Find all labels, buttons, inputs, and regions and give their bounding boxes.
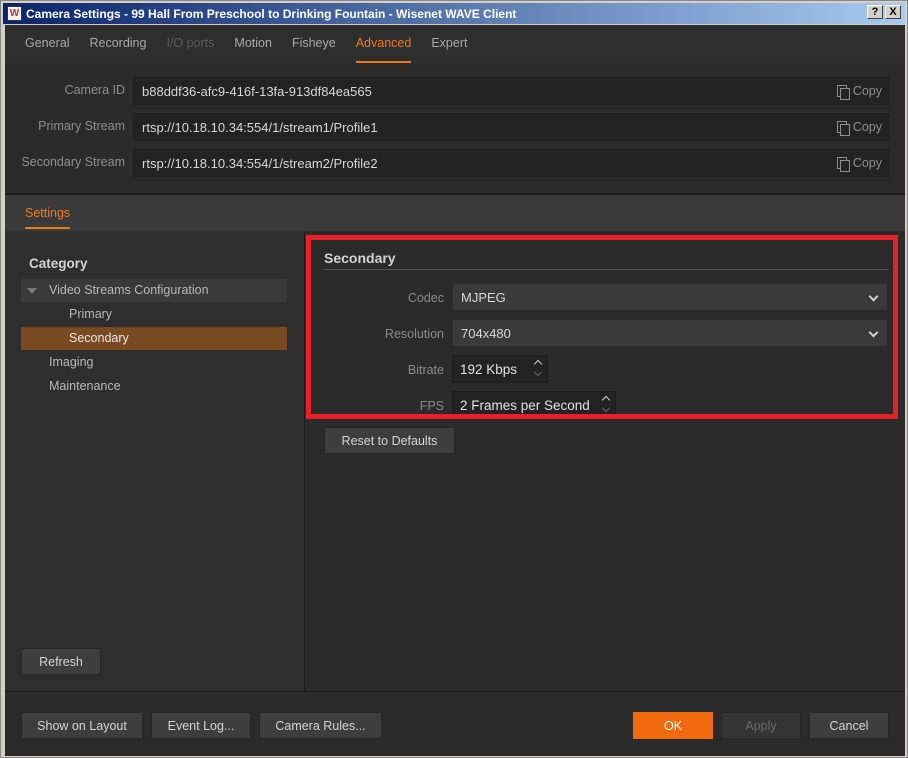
tree-item-label: Secondary [69, 331, 129, 345]
primary-stream-value: rtsp://10.18.10.34:554/1/stream1/Profile… [142, 120, 378, 135]
codec-value: MJPEG [461, 290, 506, 305]
tree-item-maintenance[interactable]: Maintenance [21, 375, 287, 398]
section-title: Secondary [324, 250, 396, 266]
tab-advanced[interactable]: Advanced [355, 25, 411, 63]
resolution-select[interactable]: 704x480 [452, 319, 888, 347]
camera-id-field[interactable]: b88ddf36-afc9-416f-13fa-913df84ea565 Cop… [133, 77, 889, 105]
copy-secondary-stream-button[interactable]: Copy [836, 156, 882, 172]
close-button[interactable]: X [885, 5, 901, 19]
title-bar[interactable]: W Camera Settings - 99 Hall From Prescho… [3, 3, 905, 24]
chevron-down-icon [868, 291, 879, 302]
resolution-label: Resolution [384, 327, 444, 341]
app-icon: W [7, 6, 22, 21]
section-divider [324, 269, 889, 270]
main-tabs: General Recording I/O ports Motion Fishe… [5, 25, 905, 63]
tree-item-label: Maintenance [49, 379, 121, 393]
camera-id-value: b88ddf36-afc9-416f-13fa-913df84ea565 [142, 84, 372, 99]
bitrate-value: 192 Kbps [460, 362, 518, 377]
chevron-down-icon [868, 327, 879, 338]
camera-id-label: Camera ID [64, 83, 125, 97]
chevron-down-icon[interactable] [601, 403, 611, 413]
fps-spinbox[interactable]: 2 Frames per Second [452, 391, 616, 419]
event-log-button[interactable]: Event Log... [151, 712, 251, 739]
tab-io-ports: I/O ports [166, 36, 215, 50]
tree-item-imaging[interactable]: Imaging [21, 351, 287, 374]
tab-motion[interactable]: Motion [234, 25, 272, 63]
chevron-down-icon[interactable] [533, 367, 543, 377]
fps-value: 2 Frames per Second [460, 398, 590, 413]
secondary-stream-field[interactable]: rtsp://10.18.10.34:554/1/stream2/Profile… [133, 149, 889, 177]
reset-to-defaults-button[interactable]: Reset to Defaults [324, 427, 455, 454]
camera-settings-window: W Camera Settings - 99 Hall From Prescho… [0, 0, 908, 758]
tree-item-label: Primary [69, 307, 113, 321]
camera-id-row: Camera ID b88ddf36-afc9-416f-13fa-913df8… [5, 77, 905, 105]
copy-camera-id-button[interactable]: Copy [836, 84, 882, 100]
codec-label: Codec [407, 291, 444, 305]
collapse-arrow-icon[interactable] [27, 288, 37, 294]
copy-label: Copy [852, 156, 882, 170]
secondary-stream-value: rtsp://10.18.10.34:554/1/stream2/Profile… [142, 156, 378, 171]
primary-stream-field[interactable]: rtsp://10.18.10.34:554/1/stream1/Profile… [133, 113, 889, 141]
copy-label: Copy [852, 84, 882, 98]
bitrate-label: Bitrate [407, 363, 444, 377]
spin-arrows[interactable] [533, 358, 545, 380]
tab-expert[interactable]: Expert [431, 25, 467, 63]
copy-icon [836, 120, 850, 136]
tree-item-secondary[interactable]: Secondary [21, 327, 287, 350]
tree-item-label: Video Streams Configuration [49, 283, 209, 297]
dialog-footer: Show on Layout Event Log... Camera Rules… [5, 691, 905, 756]
tab-general[interactable]: General [25, 25, 69, 63]
tab-settings[interactable]: Settings [25, 195, 71, 231]
primary-stream-row: Primary Stream rtsp://10.18.10.34:554/1/… [5, 113, 905, 141]
copy-primary-stream-button[interactable]: Copy [836, 120, 882, 136]
codec-select[interactable]: MJPEG [452, 283, 888, 311]
stream-info: Camera ID b88ddf36-afc9-416f-13fa-913df8… [5, 63, 905, 193]
apply-button: Apply [721, 712, 801, 739]
camera-rules-button[interactable]: Camera Rules... [259, 712, 382, 739]
dialog-body: General Recording I/O ports Motion Fishe… [5, 25, 905, 756]
tab-fisheye[interactable]: Fisheye [292, 25, 336, 63]
show-on-layout-button[interactable]: Show on Layout [21, 712, 143, 739]
category-panel: Category Video Streams Configuration Pri… [5, 231, 305, 691]
settings-tab-bar: Settings [5, 195, 905, 231]
ok-button[interactable]: OK [633, 712, 713, 739]
category-title: Category [29, 256, 88, 271]
tree-item-video-streams[interactable]: Video Streams Configuration [21, 279, 287, 302]
copy-label: Copy [852, 120, 882, 134]
secondary-settings-panel: Secondary Codec MJPEG Resolution 704x480… [306, 231, 905, 691]
copy-icon [836, 84, 850, 100]
secondary-stream-label: Secondary Stream [21, 155, 125, 169]
title-buttons: ? X [867, 5, 901, 19]
refresh-button[interactable]: Refresh [21, 648, 101, 675]
copy-icon [836, 156, 850, 172]
secondary-stream-row: Secondary Stream rtsp://10.18.10.34:554/… [5, 149, 905, 177]
primary-stream-label: Primary Stream [38, 119, 125, 133]
window-title: Camera Settings - 99 Hall From Preschool… [26, 6, 517, 21]
tree-item-label: Imaging [49, 355, 94, 369]
bitrate-spinbox[interactable]: 192 Kbps [452, 355, 548, 383]
spin-arrows[interactable] [601, 394, 613, 416]
cancel-button[interactable]: Cancel [809, 712, 889, 739]
fps-label: FPS [419, 399, 444, 413]
tab-recording[interactable]: Recording [89, 25, 146, 63]
help-button[interactable]: ? [867, 5, 883, 19]
resolution-value: 704x480 [461, 326, 511, 341]
tree-item-primary[interactable]: Primary [21, 303, 287, 326]
